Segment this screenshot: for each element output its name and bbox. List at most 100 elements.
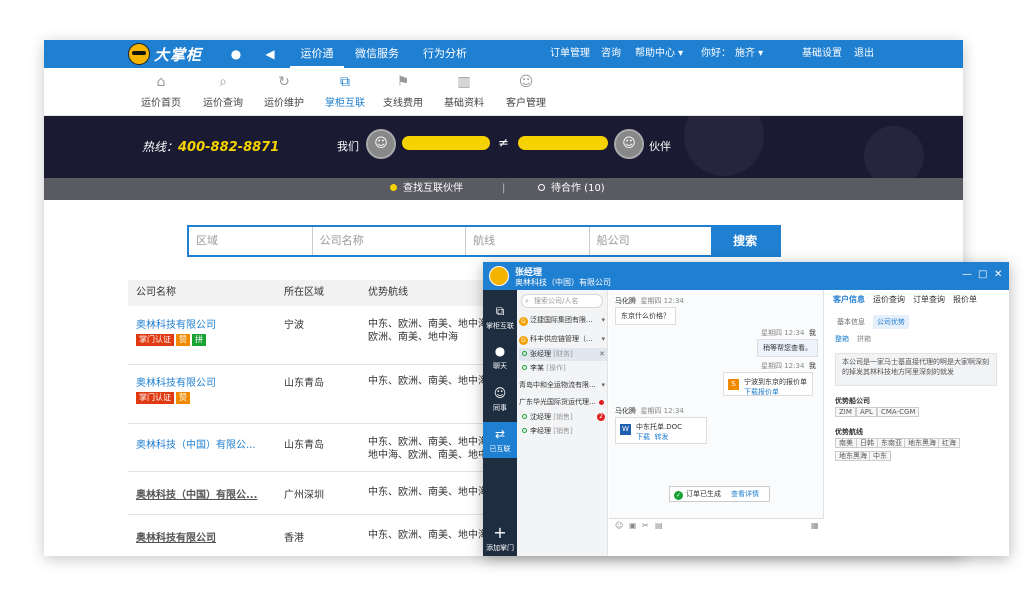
nav-yunjiatong[interactable]: 运价通 [290,40,344,68]
contact-group[interactable]: G 科丰供应链管理（... ▾ [519,333,607,346]
sidebar-connected[interactable]: ⇄ 已互联 [483,422,517,458]
subtab-company-advantage[interactable]: 公司优势 [873,315,909,329]
forward-link[interactable]: 转发 [654,433,668,441]
maximize-icon[interactable]: □ [978,269,987,280]
sidebar-colleagues[interactable]: ☺ 同事 [483,386,517,413]
screenshot-icon[interactable]: ✂ [642,521,649,530]
refresh-icon: ↻ [278,74,290,90]
region-input[interactable]: 区域 [189,227,313,255]
top-nav-bar: 大掌柜 ● ◀ 运价通 微信服务 行为分析 订单管理 咨询 帮助中心 ▾ 你好：… [44,40,963,68]
doc-file-card[interactable]: W 中东托单.DOC 下载 转发 [615,417,707,444]
carrier-title: 优势船公司 [835,397,870,405]
region-cell: 广州深圳 [284,490,324,501]
online-status-icon [522,351,527,356]
contact-list: ⌕ 搜索公司/人名 G 泛捷国际集团有限... ▾ G 科丰供应链管理（... ▾ 张经理… [517,290,608,556]
close-icon[interactable]: ✕ [994,269,1002,280]
route-tag: 中东 [869,451,891,461]
left-hand-icon [402,136,490,150]
tab-price-query[interactable]: 运价查询 [873,294,905,305]
help-center-menu[interactable]: 帮助中心 ▾ [635,40,683,68]
greeting-label: 你好： [701,48,731,59]
company-name-link[interactable]: 奥林科技有限公司 [136,529,216,544]
company-name-link[interactable]: 奥林科技有限公司 [136,374,216,389]
chat-sidebar: ⧉ 掌柜互联 ● 聊天 ☺ 同事 ⇄ 已互联 + 添加掌门 [483,290,517,556]
contact-group[interactable]: G 泛捷国际集团有限... ▾ [519,314,607,327]
subnav-customer-mgmt[interactable]: ☺ 客户管理 [498,74,554,109]
subnav-price-home[interactable]: ⌂ 运价首页 [133,74,189,109]
tab-pending-cooperation[interactable]: 待合作 (10) [538,178,605,200]
user-menu[interactable]: 施齐 ▾ [735,40,763,68]
subnav-price-maintain[interactable]: ↻ 运价维护 [256,74,312,109]
company-name-input[interactable]: 公司名称 [313,227,467,255]
minimize-icon[interactable]: — [962,269,972,280]
tab-quote[interactable]: 报价单 [953,294,977,305]
region-cell: 宁波 [284,320,304,331]
image-icon[interactable]: ▣ [629,521,637,530]
carrier-input[interactable]: 船公司 [590,227,712,255]
contact-company[interactable]: 广东华光国际货运代理... [519,396,607,409]
message-header: 星期四 12:34 我 [761,329,816,337]
subnav-partner-connect[interactable]: ⧉ 掌柜互联 [317,74,373,109]
subtab-basic-info[interactable]: 基本信息 [833,315,869,329]
contact-search-input[interactable]: ⌕ 搜索公司/人名 [521,294,603,308]
message-bubble: 稍等帮您查看。 [757,339,818,357]
speaker-icon[interactable]: ◀ [262,46,278,62]
tab-customer-info[interactable]: 客户信息 [833,294,865,305]
logo[interactable]: 大掌柜 [128,42,202,66]
file-icon[interactable]: ▤ [655,521,663,530]
contact-person[interactable]: 沈经理 [销售] 2 [519,411,607,424]
unread-dot-icon [599,400,604,405]
tab-separator: | [502,183,506,194]
spreadsheet-file-icon: S [728,379,739,390]
nav-wechat-service[interactable]: 微信服务 [350,40,404,68]
history-icon[interactable]: ▦ [811,521,819,530]
handshake-icon: ⇄ [494,427,506,441]
logout-link[interactable]: 退出 [854,40,874,68]
connect-icon: ⧉ [340,74,350,90]
sidebar-add-partner[interactable]: + 添加掌门 [483,525,517,553]
subtab-fcl[interactable]: 整箱 [835,334,849,344]
company-name-link[interactable]: 奥林科技（中国）有限公... [136,486,257,501]
order-management-link[interactable]: 订单管理 [550,40,590,68]
emoji-icon[interactable]: ☺ [615,521,623,530]
hotline: 热线：400-882-8871 [142,140,280,155]
consult-link[interactable]: 咨询 [601,40,621,68]
contact-person[interactable]: 张经理 [财务] ✕ [519,348,607,361]
message-area: 马化腾 星期四 12:34 东京什么价格？ 星期四 12:34 我 稍等帮您查看… [609,290,824,556]
message-input[interactable]: ☺ ▣ ✂ ▤ ▦ [609,518,824,556]
user-icon: ☺ [518,74,534,90]
verified-badge: 掌门认证 [136,334,174,346]
message-header: 马化腾 星期四 12:34 [615,297,684,305]
tab-find-partner[interactable]: 查找互联伙伴 [390,178,463,200]
like-badge: 赞 [176,392,190,404]
sidebar-chat[interactable]: ● 聊天 [483,344,517,371]
nav-behavior-analysis[interactable]: 行为分析 [418,40,472,68]
download-link[interactable]: 下载 [636,433,650,441]
chat-bubble-icon: ● [494,344,506,358]
partner-label: 伙伴 [649,140,671,153]
sidebar-partner-connect[interactable]: ⧉ 掌柜互联 [483,304,517,331]
subnav-basic-data[interactable]: ▥ 基础资料 [436,74,492,109]
subnav-branch-fees[interactable]: ⚑ 支线费用 [375,74,431,109]
contact-person[interactable]: 李某 [操作] [519,362,607,375]
chat-bubble-icon[interactable]: ● [228,46,244,62]
banner-glow [684,116,764,176]
route-input[interactable]: 航线 [466,227,590,255]
subtab-lcl[interactable]: 拼箱 [857,334,871,344]
route-title: 优势航线 [835,428,863,436]
quote-file-card[interactable]: S 宁波到东京的报价单 下载报价单 [723,372,813,396]
contact-person[interactable]: 李经理 [销售] [519,425,607,438]
view-details-link[interactable]: 查看详情 [731,490,759,498]
subnav-price-query[interactable]: ⌕ 运价查询 [195,74,251,109]
download-quote-link[interactable]: 下载报价单 [744,387,779,397]
basic-settings-link[interactable]: 基础设置 [802,40,842,68]
company-name-link[interactable]: 奥林科技有限公司 [136,316,216,331]
tab-order-query[interactable]: 订单查询 [913,294,945,305]
company-name-link[interactable]: 奥林科技（中国）有限公... [136,436,256,451]
route-tag: 地东黑海 [835,451,871,461]
not-equal-sign: ≠ [498,136,509,151]
contact-company[interactable]: 青岛中和全运物流有限... ▾ [519,379,607,392]
contact-avatar [489,266,509,286]
carrier-tag: APL [856,407,877,417]
search-button[interactable]: 搜索 [711,227,780,255]
